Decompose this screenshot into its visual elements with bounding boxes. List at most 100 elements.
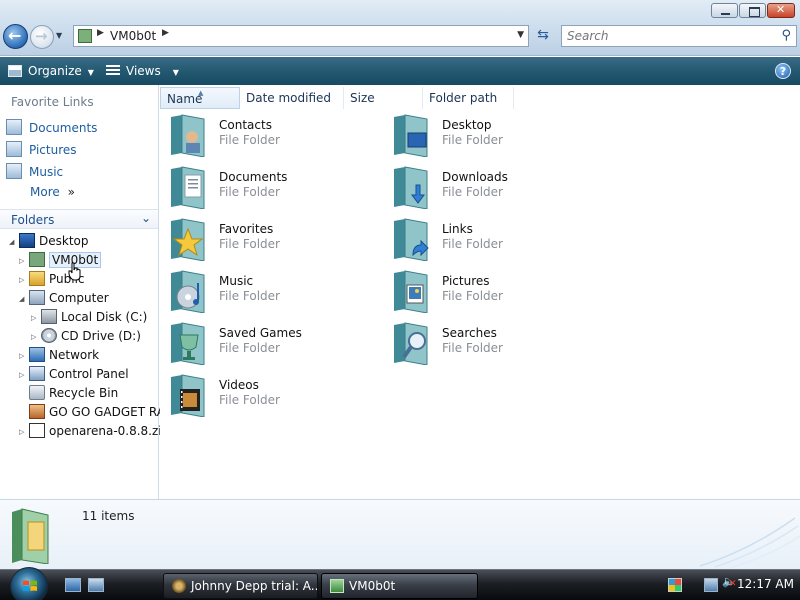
expand-arrow-icon[interactable]: ▷ <box>19 252 29 270</box>
documents-icon <box>6 119 22 135</box>
tree-item-recycle-bin[interactable]: Recycle Bin <box>29 384 118 402</box>
show-desktop-icon[interactable] <box>65 578 81 592</box>
folder-item-pictures[interactable]: Pictures File Folder <box>383 266 593 316</box>
help-button[interactable]: ? <box>775 63 791 79</box>
folder-item-documents[interactable]: Documents File Folder <box>160 162 370 212</box>
expand-arrow-icon[interactable]: ▷ <box>19 366 29 384</box>
tree-item-control-panel[interactable]: ▷ Control Panel <box>19 365 129 383</box>
search-box[interactable]: ⚲ <box>561 25 797 47</box>
close-button[interactable] <box>767 3 795 18</box>
column-header-size[interactable]: Size <box>344 87 423 109</box>
pictures-icon <box>6 141 22 157</box>
tree-item-vm0b0t[interactable]: ▷ VM0b0t <box>19 251 102 270</box>
minimize-button[interactable] <box>711 3 738 18</box>
folder-item-searches[interactable]: Searches File Folder <box>383 318 593 368</box>
clock[interactable]: 12:17 AM <box>737 577 794 591</box>
action-center-flag-icon[interactable] <box>668 578 682 592</box>
column-header-date-modified[interactable]: Date modified <box>240 87 344 109</box>
more-links-button[interactable]: More » <box>30 185 75 199</box>
folder-item-favorites[interactable]: Favorites File Folder <box>160 214 370 264</box>
explorer-folder-icon <box>330 579 344 593</box>
expand-arrow-icon[interactable]: ▷ <box>19 271 29 289</box>
folder-type: File Folder <box>442 289 503 303</box>
network-status-icon[interactable] <box>704 578 718 592</box>
tree-item-gadget[interactable]: GO GO GADGET RA <box>29 403 165 421</box>
pictures-folder-icon <box>394 270 428 313</box>
folder-type: File Folder <box>442 133 503 147</box>
folder-item-saved-games[interactable]: Saved Games File Folder <box>160 318 370 368</box>
gadget-icon <box>29 404 45 419</box>
tree-item-computer[interactable]: ◢ Computer <box>19 289 109 307</box>
tree-item-cd-drive[interactable]: ▷ CD Drive (D:) <box>31 327 141 345</box>
organize-icon <box>8 65 22 77</box>
folder-name: Saved Games <box>219 326 302 340</box>
documents-folder-icon <box>171 166 205 209</box>
favorite-link-pictures[interactable]: Pictures <box>6 141 77 159</box>
decorative-swoosh <box>699 517 800 568</box>
videos-folder-icon <box>171 374 205 417</box>
address-bar[interactable]: ▶ VM0b0t ▶ ▼ <box>73 25 529 47</box>
switch-windows-icon[interactable] <box>88 578 104 592</box>
taskbar-button-explorer[interactable]: VM0b0t <box>321 573 478 599</box>
address-separator-icon[interactable]: ▶ <box>97 28 104 38</box>
collapse-arrow-icon[interactable]: ◢ <box>9 233 19 251</box>
chevron-down-icon[interactable]: ⌄ <box>141 211 151 225</box>
forward-button[interactable] <box>30 25 54 49</box>
folder-item-desktop[interactable]: Desktop File Folder <box>383 110 593 160</box>
folder-item-links[interactable]: Links File Folder <box>383 214 593 264</box>
favorites-folder-icon <box>171 218 205 261</box>
taskbar-button-browser[interactable]: Johnny Depp trial: A... <box>163 573 318 599</box>
tree-item-desktop[interactable]: ◢ Desktop <box>9 232 89 250</box>
favorite-link-documents[interactable]: Documents <box>6 119 97 137</box>
views-button[interactable]: Views ▼ <box>106 62 179 80</box>
folders-title: Folders <box>11 213 55 227</box>
command-bar: Organize ▼ Views ▼ ? <box>0 57 800 85</box>
recent-pages-dropdown[interactable]: ▼ <box>56 31 66 41</box>
folder-item-music[interactable]: Music File Folder <box>160 266 370 316</box>
windows-logo-icon <box>23 580 37 591</box>
organize-label: Organize <box>28 64 82 78</box>
user-folder-icon <box>29 252 45 267</box>
column-header-folder-path[interactable]: Folder path <box>423 87 514 109</box>
folders-header[interactable]: Folders ⌄ <box>0 209 158 229</box>
expand-arrow-icon[interactable]: ▷ <box>19 423 29 441</box>
folder-name: Pictures <box>442 274 490 288</box>
folder-type: File Folder <box>219 237 280 251</box>
collapse-arrow-icon[interactable]: ◢ <box>19 290 29 308</box>
more-label: More <box>30 185 60 199</box>
folder-item-contacts[interactable]: Contacts File Folder <box>160 110 370 160</box>
folder-name: Desktop <box>442 118 492 132</box>
folder-item-downloads[interactable]: Downloads File Folder <box>383 162 593 212</box>
tree-item-network[interactable]: ▷ Network <box>19 346 99 364</box>
address-separator-icon[interactable]: ▶ <box>162 28 169 38</box>
favorite-link-label: Documents <box>29 121 98 135</box>
column-header-name[interactable]: ▲ Name <box>160 87 240 109</box>
search-input[interactable] <box>562 26 762 46</box>
favorite-link-music[interactable]: Music <box>6 163 63 181</box>
tree-item-local-disk[interactable]: ▷ Local Disk (C:) <box>31 308 147 326</box>
sort-arrow-icon: ▲ <box>198 89 204 97</box>
back-button[interactable] <box>3 24 28 49</box>
tree-item-label: Control Panel <box>49 367 129 381</box>
expand-arrow-icon[interactable]: ▷ <box>19 347 29 365</box>
address-segment[interactable]: VM0b0t <box>110 29 156 43</box>
search-icon[interactable]: ⚲ <box>781 28 791 43</box>
hand-cursor-icon <box>68 262 81 281</box>
expand-arrow-icon[interactable]: ▷ <box>31 328 41 346</box>
address-dropdown-icon[interactable]: ▼ <box>517 30 524 40</box>
expand-arrow-icon[interactable]: ▷ <box>31 309 41 327</box>
folder-type: File Folder <box>442 185 503 199</box>
refresh-button[interactable]: ⇆ <box>532 25 554 47</box>
start-button[interactable] <box>10 567 48 600</box>
organize-button[interactable]: Organize ▼ <box>8 62 94 80</box>
chevron-down-icon: ▼ <box>87 68 94 77</box>
views-label: Views <box>126 64 161 78</box>
browser-icon <box>172 579 186 593</box>
maximize-button[interactable] <box>739 3 766 18</box>
folder-item-videos[interactable]: Videos File Folder <box>160 370 370 420</box>
taskbar-button-label: Johnny Depp trial: A... <box>191 579 318 593</box>
control-panel-icon <box>29 366 45 381</box>
volume-muted-icon[interactable] <box>722 575 737 592</box>
tree-item-zip[interactable]: ▷ openarena-0.8.8.zip <box>19 422 169 440</box>
desktop-folder-icon <box>394 114 428 157</box>
